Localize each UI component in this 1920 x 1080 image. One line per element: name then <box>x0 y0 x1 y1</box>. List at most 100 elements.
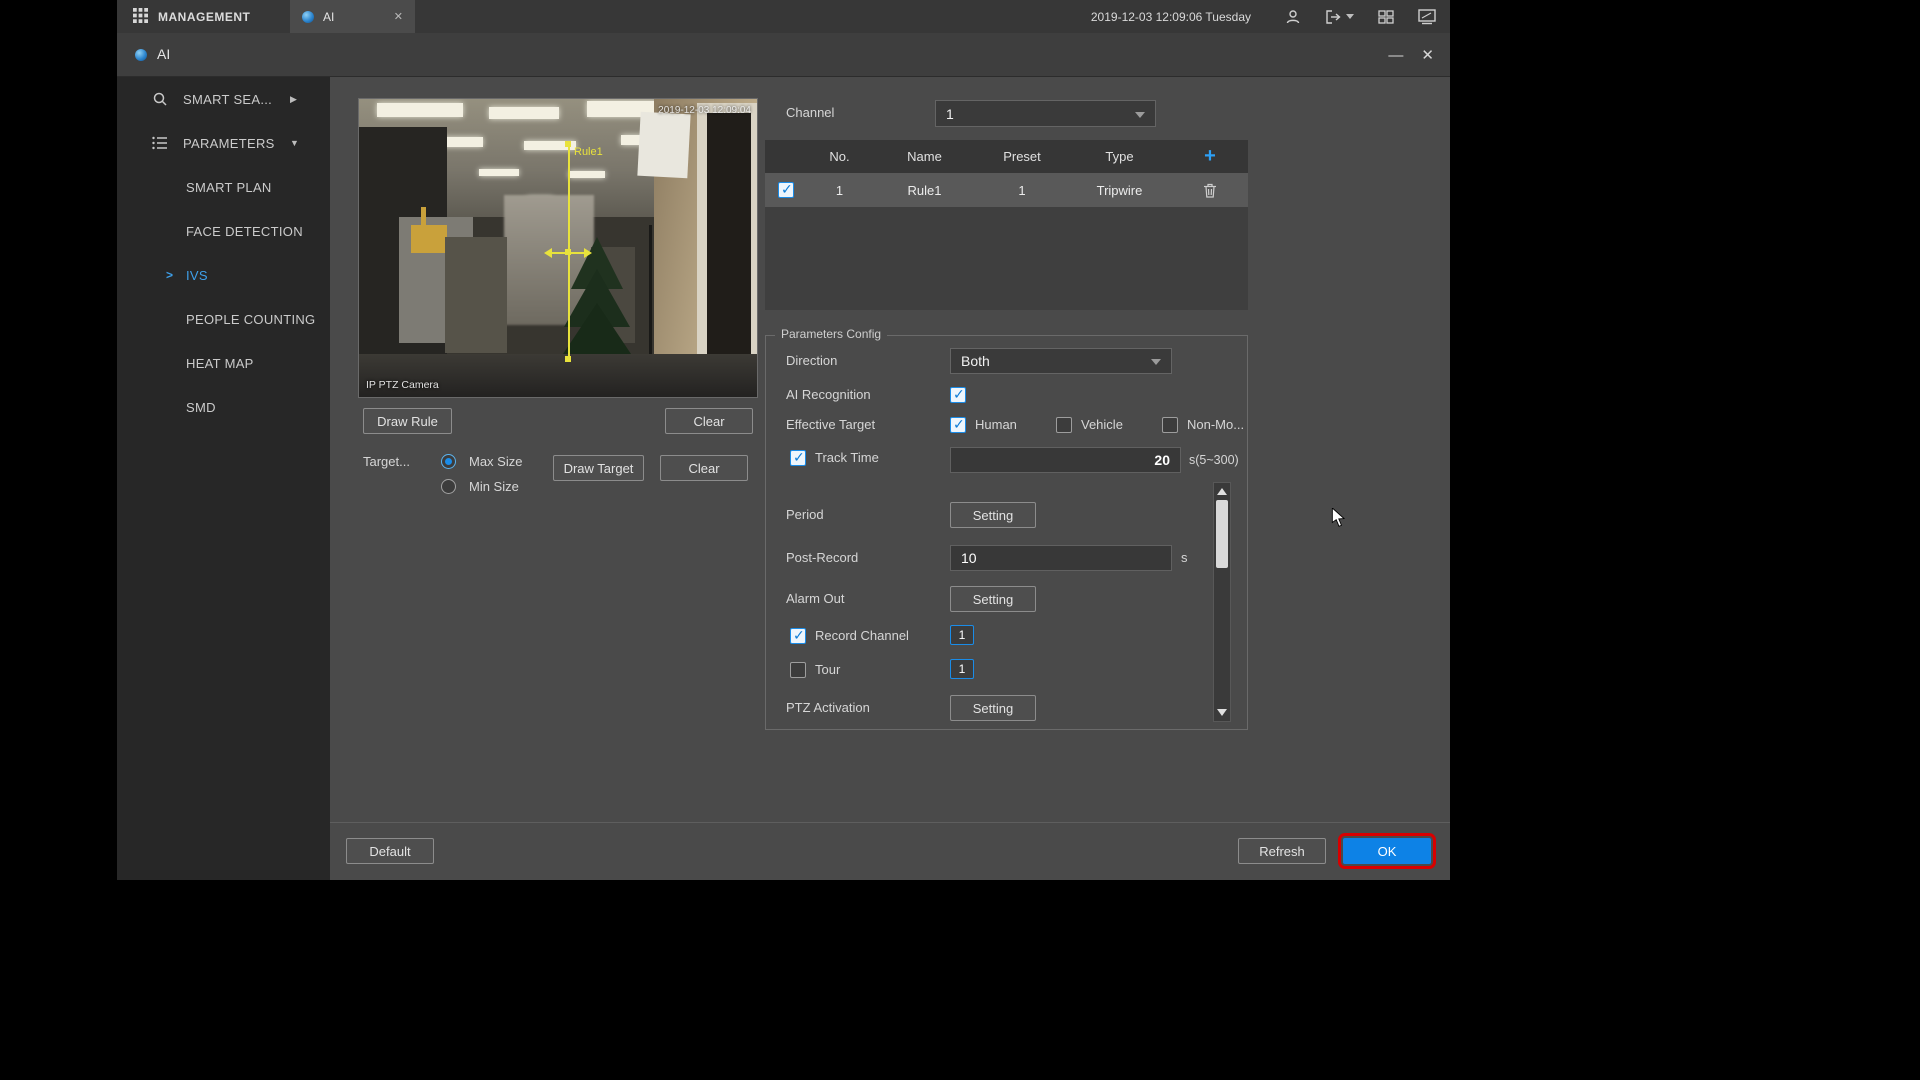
draw-rule-button[interactable]: Draw Rule <box>363 408 452 434</box>
post-record-input[interactable]: 10 <box>950 545 1172 571</box>
effective-target-label: Effective Target <box>786 415 875 435</box>
non-motor-checkbox[interactable] <box>1162 417 1178 433</box>
window-title: AI <box>157 46 170 62</box>
direction-value: Both <box>961 353 990 369</box>
direction-select[interactable]: Both <box>950 348 1172 374</box>
sidebar-item-ivs[interactable]: > IVS <box>117 253 330 297</box>
ok-button[interactable]: OK <box>1343 838 1431 864</box>
vehicle-checkbox[interactable] <box>1056 417 1072 433</box>
scroll-down-icon[interactable] <box>1217 709 1227 716</box>
period-setting-button[interactable]: Setting <box>950 502 1036 528</box>
alarm-out-label: Alarm Out <box>786 589 845 609</box>
max-size-label[interactable]: Max Size <box>469 452 522 472</box>
delete-rule-button[interactable] <box>1172 173 1248 207</box>
direction-arrow-icon <box>546 252 590 254</box>
scrollbar-thumb[interactable] <box>1216 500 1228 568</box>
non-motor-label[interactable]: Non-Mo... <box>1187 415 1244 435</box>
tour-checkbox[interactable] <box>790 662 806 678</box>
user-icon[interactable] <box>1285 9 1301 25</box>
clear-rule-button[interactable]: Clear <box>665 408 753 434</box>
tab-ai-label: AI <box>323 10 334 24</box>
tripwire-endpoint[interactable] <box>565 141 571 147</box>
human-label[interactable]: Human <box>975 415 1017 435</box>
multi-screen-icon[interactable] <box>1378 10 1394 24</box>
sidebar-label: FACE DETECTION <box>186 224 303 239</box>
scene-light <box>569 171 605 178</box>
direction-label: Direction <box>786 351 837 371</box>
sidebar-item-people-counting[interactable]: PEOPLE COUNTING <box>117 297 330 341</box>
alarm-out-setting-button[interactable]: Setting <box>950 586 1036 612</box>
video-timestamp: 2019-12-03 12:09:04 <box>658 105 751 116</box>
video-preview[interactable]: Rule1 2019-12-03 12:09:04 IP PTZ Camera <box>358 98 758 398</box>
track-time-checkbox[interactable] <box>790 450 806 466</box>
close-button[interactable]: ✕ <box>1421 46 1434 64</box>
add-rule-button[interactable]: + <box>1204 145 1216 168</box>
management-label: MANAGEMENT <box>158 10 250 24</box>
col-type: Type <box>1067 140 1172 173</box>
cell-type: Tripwire <box>1067 173 1172 207</box>
rule-checkbox[interactable] <box>778 182 794 198</box>
sidebar-label: PARAMETERS <box>183 136 275 151</box>
track-time-unit: s(5~300) <box>1189 450 1239 470</box>
window-titlebar: AI — ✕ <box>117 33 1450 77</box>
scene-light <box>489 107 559 119</box>
camera-name-overlay: IP PTZ Camera <box>366 379 439 391</box>
track-time-input[interactable]: 20 <box>950 447 1181 473</box>
scene-floor <box>359 354 758 398</box>
record-channel-checkbox[interactable] <box>790 628 806 644</box>
default-button[interactable]: Default <box>346 838 434 864</box>
trash-icon <box>1203 183 1217 198</box>
minimize-button[interactable]: — <box>1388 47 1403 64</box>
scene-light <box>377 103 463 117</box>
display-icon[interactable] <box>1418 9 1436 25</box>
table-row[interactable]: 1 Rule1 1 Tripwire <box>765 173 1248 207</box>
ai-app-icon <box>302 11 314 23</box>
scroll-up-icon[interactable] <box>1217 488 1227 495</box>
ai-window-icon <box>135 49 147 61</box>
cell-name: Rule1 <box>872 173 977 207</box>
tab-close-icon[interactable]: ✕ <box>394 10 403 23</box>
draw-target-button[interactable]: Draw Target <box>553 455 644 481</box>
ai-window: AI — ✕ SMART SEA... ▶ PARAMETERS ▼ SMART… <box>117 33 1450 880</box>
tour-label: Tour <box>815 660 840 680</box>
record-channel-1-button[interactable]: 1 <box>950 625 974 645</box>
ai-recognition-checkbox[interactable] <box>950 387 966 403</box>
scene-yellow-object <box>411 225 447 253</box>
tripwire-endpoint[interactable] <box>565 356 571 362</box>
sidebar-item-parameters[interactable]: PARAMETERS ▼ <box>117 121 330 165</box>
min-size-radio[interactable] <box>441 479 456 494</box>
tour-1-button[interactable]: 1 <box>950 659 974 679</box>
cell-preset: 1 <box>977 173 1067 207</box>
scene-light <box>479 169 519 176</box>
tab-ai[interactable]: AI ✕ <box>290 0 415 33</box>
ptz-setting-button[interactable]: Setting <box>950 695 1036 721</box>
channel-label: Channel <box>786 103 834 123</box>
taskbar-right: 2019-12-03 12:09:06 Tuesday <box>1091 0 1436 33</box>
sidebar-item-smd[interactable]: SMD <box>117 385 330 429</box>
scene-doorway <box>707 113 751 375</box>
management-menu[interactable]: MANAGEMENT <box>133 0 250 33</box>
params-scrollbar[interactable] <box>1213 482 1231 722</box>
sidebar-item-heat-map[interactable]: HEAT MAP <box>117 341 330 385</box>
refresh-button[interactable]: Refresh <box>1238 838 1326 864</box>
sidebar-item-face-detection[interactable]: FACE DETECTION <box>117 209 330 253</box>
ai-recognition-label: AI Recognition <box>786 385 871 405</box>
system-datetime: 2019-12-03 12:09:06 Tuesday <box>1091 10 1251 24</box>
max-size-radio[interactable] <box>441 454 456 469</box>
logout-icon[interactable] <box>1325 9 1354 25</box>
clear-target-button[interactable]: Clear <box>660 455 748 481</box>
selected-arrow-icon: > <box>166 268 173 282</box>
sidebar-label: SMART PLAN <box>186 180 272 195</box>
channel-value: 1 <box>946 106 954 122</box>
vehicle-label[interactable]: Vehicle <box>1081 415 1123 435</box>
post-record-unit: s <box>1181 548 1188 568</box>
sidebar-item-smart-plan[interactable]: SMART PLAN <box>117 165 330 209</box>
footer-divider <box>330 822 1450 823</box>
ptz-activation-label: PTZ Activation <box>786 698 870 718</box>
channel-select[interactable]: 1 <box>935 100 1156 127</box>
grid-menu-icon <box>133 8 148 26</box>
min-size-label[interactable]: Min Size <box>469 477 519 497</box>
scene-partition <box>445 237 507 353</box>
human-checkbox[interactable] <box>950 417 966 433</box>
sidebar-item-smart-search[interactable]: SMART SEA... ▶ <box>117 77 330 121</box>
